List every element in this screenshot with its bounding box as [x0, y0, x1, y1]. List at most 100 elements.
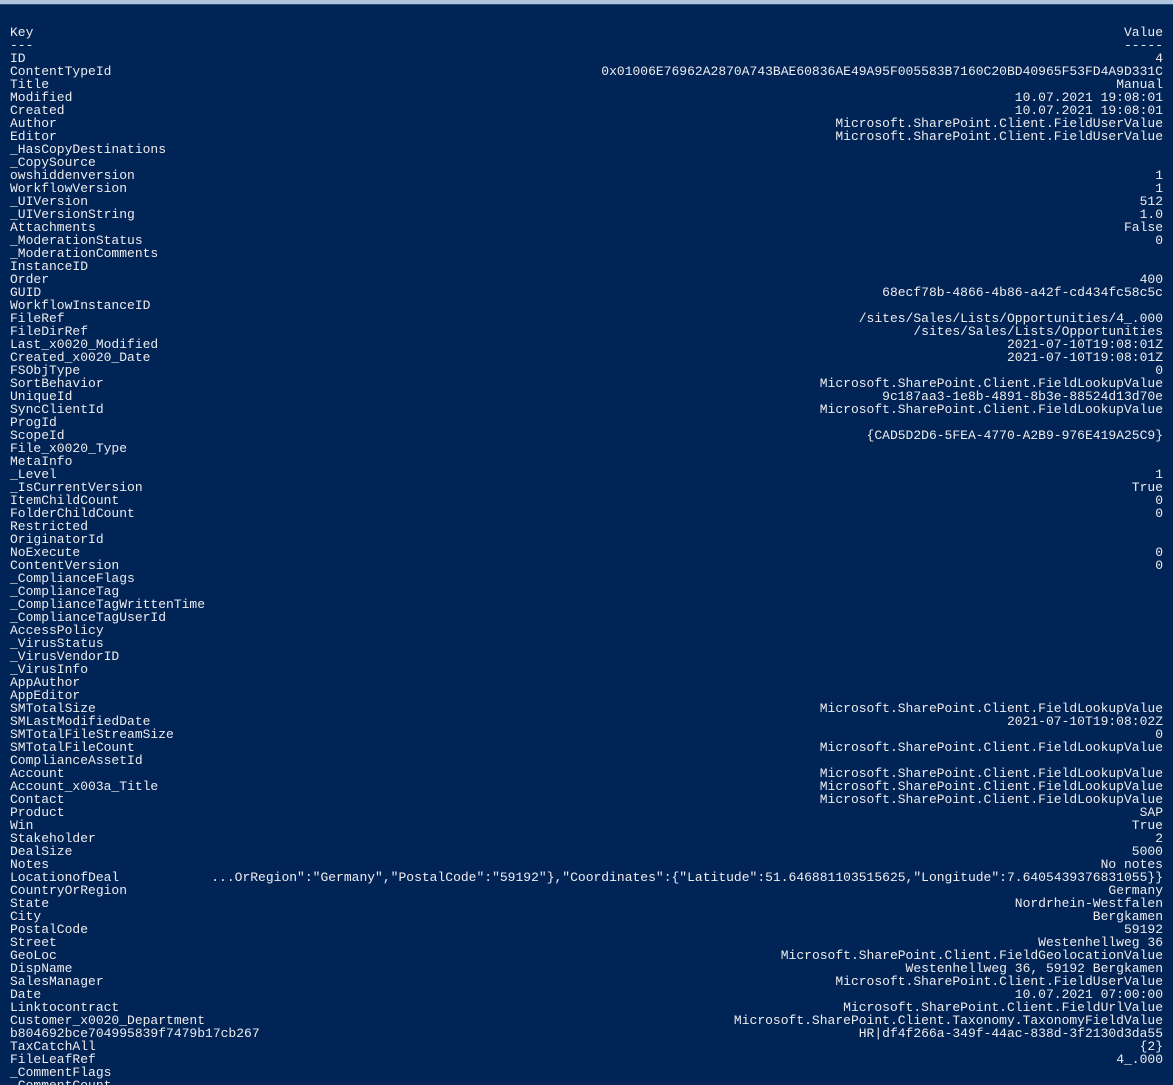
- row-value: [80, 676, 1163, 689]
- table-row: ItemChildCount0: [10, 494, 1163, 507]
- table-row: OriginatorId: [10, 533, 1163, 546]
- row-value: [88, 260, 1163, 273]
- row-value: [104, 624, 1163, 637]
- row-value: 1: [127, 182, 1163, 195]
- row-value: [166, 611, 1163, 624]
- table-row: _UIVersion512: [10, 195, 1163, 208]
- table-row: WinTrue: [10, 819, 1163, 832]
- row-value: 2: [96, 832, 1163, 845]
- table-row: TaxCatchAll{2}: [10, 1040, 1163, 1053]
- row-value: Microsoft.SharePoint.Client.FieldUserVal…: [57, 130, 1163, 143]
- table-row: _ComplianceTagUserId: [10, 611, 1163, 624]
- table-row: DealSize5000: [10, 845, 1163, 858]
- row-value: [104, 637, 1163, 650]
- table-row: Created_x0020_Date2021-07-10T19:08:01Z: [10, 351, 1163, 364]
- table-row: ContentTypeId0x01006E76962A2870A743BAE60…: [10, 65, 1163, 78]
- table-row: InstanceID: [10, 260, 1163, 273]
- table-row: SyncClientIdMicrosoft.SharePoint.Client.…: [10, 403, 1163, 416]
- table-row: _IsCurrentVersionTrue: [10, 481, 1163, 494]
- row-value: 2021-07-10T19:08:02Z: [150, 715, 1163, 728]
- row-value: [111, 1066, 1163, 1079]
- row-value: 0: [135, 507, 1163, 520]
- row-value: Microsoft.SharePoint.Client.FieldUserVal…: [104, 975, 1163, 988]
- table-row: _CommentFlags: [10, 1066, 1163, 1079]
- row-value: 1: [135, 169, 1163, 182]
- table-row: StateNordrhein-Westfalen: [10, 897, 1163, 910]
- row-value: 2021-07-10T19:08:01Z: [150, 351, 1163, 364]
- table-row: _VirusVendorID: [10, 650, 1163, 663]
- table-row: ProductSAP: [10, 806, 1163, 819]
- table-row: File_x0020_Type: [10, 442, 1163, 455]
- table-row: NoExecute0: [10, 546, 1163, 559]
- row-value: ...OrRegion":"Germany","PostalCode":"591…: [119, 871, 1163, 884]
- table-row: Restricted: [10, 520, 1163, 533]
- row-value: [96, 156, 1163, 169]
- table-row: _ComplianceFlags: [10, 572, 1163, 585]
- row-value: SAP: [65, 806, 1163, 819]
- row-value: 0: [119, 559, 1163, 572]
- table-row: _CommentCount: [10, 1079, 1163, 1085]
- table-row: PostalCode59192: [10, 923, 1163, 936]
- row-value: 1.0: [135, 208, 1163, 221]
- row-value: [135, 572, 1163, 585]
- header-row: Key Value: [10, 26, 1163, 39]
- row-value: Nordrhein-Westfalen: [49, 897, 1163, 910]
- row-value: 10.07.2021 19:08:01: [72, 91, 1163, 104]
- header-divider: --- -----: [10, 39, 1163, 52]
- table-row: WorkflowVersion1: [10, 182, 1163, 195]
- table-row: b804692bce704995839f7479b17cb267HR|df4f2…: [10, 1027, 1163, 1040]
- row-value: HR|df4f266a-349f-44ac-838d-3f2130d3da55: [260, 1027, 1163, 1040]
- table-row: TitleManual: [10, 78, 1163, 91]
- row-value: Manual: [49, 78, 1163, 91]
- table-row: SMLastModifiedDate2021-07-10T19:08:02Z: [10, 715, 1163, 728]
- row-value: Microsoft.SharePoint.Client.FieldLookupV…: [135, 741, 1163, 754]
- table-row: Stakeholder2: [10, 832, 1163, 845]
- table-row: _VirusInfo: [10, 663, 1163, 676]
- row-value: 68ecf78b-4866-4b86-a42f-cd434fc58c5c: [41, 286, 1163, 299]
- row-value: Bergkamen: [41, 910, 1163, 923]
- table-row: _ModerationComments: [10, 247, 1163, 260]
- table-row: SMTotalFileCountMicrosoft.SharePoint.Cli…: [10, 741, 1163, 754]
- table-row: FileDirRef/sites/Sales/Lists/Opportuniti…: [10, 325, 1163, 338]
- row-value: {2}: [96, 1040, 1163, 1053]
- row-value: 4_.000: [96, 1053, 1163, 1066]
- row-value: [88, 663, 1163, 676]
- row-value: [166, 143, 1163, 156]
- row-value: 0x01006E76962A2870A743BAE60836AE49A95F00…: [111, 65, 1163, 78]
- row-value: [127, 442, 1163, 455]
- row-value: 0: [119, 494, 1163, 507]
- header-value-dash: -----: [33, 39, 1163, 52]
- table-row: AttachmentsFalse: [10, 221, 1163, 234]
- row-value: 59192: [88, 923, 1163, 936]
- header-value: Value: [33, 26, 1163, 39]
- row-value: [111, 1079, 1163, 1085]
- table-row: ContactMicrosoft.SharePoint.Client.Field…: [10, 793, 1163, 806]
- row-value: {CAD5D2D6-5FEA-4770-A2B9-976E419A25C9}: [65, 429, 1163, 442]
- row-value: [104, 533, 1163, 546]
- table-row: ScopeId{CAD5D2D6-5FEA-4770-A2B9-976E419A…: [10, 429, 1163, 442]
- table-row: FileLeafRef4_.000: [10, 1053, 1163, 1066]
- table-row: AccessPolicy: [10, 624, 1163, 637]
- table-row: _HasCopyDestinations: [10, 143, 1163, 156]
- table-row: _Level1: [10, 468, 1163, 481]
- table-row: LocationofDeal...OrRegion":"Germany","Po…: [10, 871, 1163, 884]
- table-row: SMTotalSizeMicrosoft.SharePoint.Client.F…: [10, 702, 1163, 715]
- table-row: SalesManagerMicrosoft.SharePoint.Client.…: [10, 975, 1163, 988]
- row-value: 512: [88, 195, 1163, 208]
- table-row: CityBergkamen: [10, 910, 1163, 923]
- table-row: Modified10.07.2021 19:08:01: [10, 91, 1163, 104]
- row-value: [88, 520, 1163, 533]
- row-value: [205, 598, 1163, 611]
- table-row: _ComplianceTagWrittenTime: [10, 598, 1163, 611]
- table-row: ContentVersion0: [10, 559, 1163, 572]
- table-row: Last_x0020_Modified2021-07-10T19:08:01Z: [10, 338, 1163, 351]
- row-value: True: [33, 819, 1163, 832]
- table-row: _UIVersionString1.0: [10, 208, 1163, 221]
- row-value: /sites/Sales/Lists/Opportunities: [88, 325, 1163, 338]
- table-row: _ModerationStatus0: [10, 234, 1163, 247]
- row-value: False: [96, 221, 1163, 234]
- table-row: owshiddenversion1: [10, 169, 1163, 182]
- row-value: [158, 247, 1163, 260]
- table-row: EditorMicrosoft.SharePoint.Client.FieldU…: [10, 130, 1163, 143]
- table-row: FolderChildCount0: [10, 507, 1163, 520]
